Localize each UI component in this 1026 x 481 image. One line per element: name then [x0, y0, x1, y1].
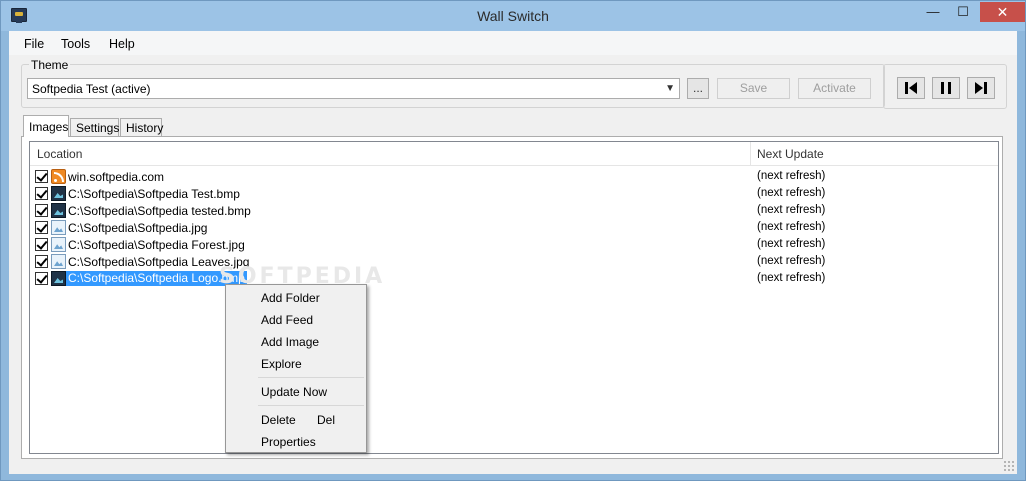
menu-separator [258, 377, 364, 378]
menu-item-add-image[interactable]: Add Image [226, 330, 366, 352]
menu-item-label: Add Feed [261, 313, 314, 327]
item-next-update: (next refresh) [757, 204, 826, 216]
checkbox[interactable] [35, 187, 48, 200]
save-button[interactable]: Save [717, 78, 790, 99]
images-list[interactable]: Location Next Update win.softpedia.com (… [29, 141, 999, 454]
menu-item-add-folder[interactable]: Add Folder [226, 286, 366, 308]
checkbox[interactable] [35, 204, 48, 217]
menu-item-label: Update Now [261, 385, 328, 399]
theme-legend: Theme [29, 58, 71, 72]
feed-icon [51, 169, 66, 184]
close-button[interactable]: ✕ [980, 2, 1025, 22]
tab-settings[interactable]: Settings [70, 118, 119, 137]
window-client-area: File Tools Help Theme Softpedia Test (ac… [9, 31, 1017, 474]
bmp-image-icon [51, 203, 66, 218]
bmp-image-icon [51, 186, 66, 201]
pause-icon [941, 82, 951, 94]
checkbox[interactable] [35, 238, 48, 251]
menu-item-label: Add Folder [261, 291, 320, 305]
menu-item-shortcut: Del [317, 413, 336, 427]
menu-separator [258, 405, 364, 406]
app-window: Wall Switch — ☐ ✕ File Tools Help Theme … [0, 0, 1026, 481]
list-item[interactable]: C:\Softpedia\Softpedia.jpg (next refresh… [30, 219, 998, 236]
resize-grip[interactable] [1003, 460, 1015, 472]
context-menu: Add Folder Add Feed Add Image Explore Up… [225, 284, 367, 453]
list-item[interactable]: C:\Softpedia\Softpedia Leaves.jpg (next … [30, 253, 998, 270]
window-title: Wall Switch [477, 8, 549, 24]
list-item-selected[interactable]: C:\Softpedia\Softpedia Logo.bmp (next re… [30, 270, 998, 287]
tab-history[interactable]: History [120, 118, 163, 137]
item-location: win.softpedia.com [68, 170, 165, 184]
menu-item-label: Delete [261, 413, 296, 427]
skip-next-icon [975, 82, 987, 94]
jpg-image-icon [51, 220, 66, 235]
list-header: Location Next Update [30, 142, 998, 166]
column-header-location[interactable]: Location [37, 147, 82, 161]
item-next-update: (next refresh) [757, 238, 826, 250]
column-header-next-update[interactable]: Next Update [757, 147, 824, 161]
menu-item-properties[interactable]: Properties [226, 430, 366, 452]
menu-item-label: Add Image [261, 335, 320, 349]
checkbox[interactable] [35, 255, 48, 268]
item-next-update: (next refresh) [757, 255, 826, 267]
checkbox[interactable] [35, 170, 48, 183]
item-next-update: (next refresh) [757, 221, 826, 233]
pause-button[interactable] [932, 77, 960, 99]
menu-item-explore[interactable]: Explore [226, 352, 366, 374]
menu-file[interactable]: File [24, 37, 44, 51]
menu-item-label: Explore [261, 357, 302, 371]
list-item[interactable]: C:\Softpedia\Softpedia Forest.jpg (next … [30, 236, 998, 253]
item-location: C:\Softpedia\Softpedia tested.bmp [68, 204, 251, 218]
theme-dropdown[interactable]: Softpedia Test (active) ▼ [27, 78, 680, 99]
item-location: C:\Softpedia\Softpedia.jpg [68, 221, 208, 235]
previous-button[interactable] [897, 77, 925, 99]
browse-theme-button[interactable]: ... [687, 78, 709, 99]
activate-button[interactable]: Activate [798, 78, 871, 99]
list-item[interactable]: win.softpedia.com (next refresh) [30, 168, 998, 185]
menu-item-update-now[interactable]: Update Now [226, 380, 366, 402]
column-divider[interactable] [750, 142, 751, 166]
chevron-down-icon: ▼ [665, 83, 675, 94]
title-bar[interactable]: Wall Switch — ☐ ✕ [1, 1, 1025, 31]
menu-bar: File Tools Help [9, 31, 1017, 55]
checkbox[interactable] [35, 221, 48, 234]
images-tab-panel: Location Next Update win.softpedia.com (… [21, 136, 1003, 459]
menu-help[interactable]: Help [109, 37, 135, 51]
menu-item-add-feed[interactable]: Add Feed [226, 308, 366, 330]
list-item[interactable]: C:\Softpedia\Softpedia tested.bmp (next … [30, 202, 998, 219]
menu-item-delete[interactable]: Delete Del [226, 408, 366, 430]
tab-images[interactable]: Images [23, 115, 69, 137]
item-next-update: (next refresh) [757, 187, 826, 199]
skip-previous-icon [905, 82, 917, 94]
jpg-image-icon [51, 254, 66, 269]
menu-item-label: Properties [261, 435, 316, 449]
item-location: C:\Softpedia\Softpedia Forest.jpg [68, 238, 245, 252]
theme-selected-value: Softpedia Test (active) [32, 82, 151, 96]
item-next-update: (next refresh) [757, 170, 826, 182]
item-next-update: (next refresh) [757, 272, 826, 284]
minimize-button[interactable]: — [920, 2, 946, 22]
jpg-image-icon [51, 237, 66, 252]
menu-tools[interactable]: Tools [61, 37, 90, 51]
item-location: C:\Softpedia\Softpedia Test.bmp [68, 187, 240, 201]
list-item[interactable]: C:\Softpedia\Softpedia Test.bmp (next re… [30, 185, 998, 202]
checkbox[interactable] [35, 272, 48, 285]
next-button[interactable] [967, 77, 995, 99]
bmp-image-icon [51, 271, 66, 286]
maximize-button[interactable]: ☐ [950, 2, 976, 22]
